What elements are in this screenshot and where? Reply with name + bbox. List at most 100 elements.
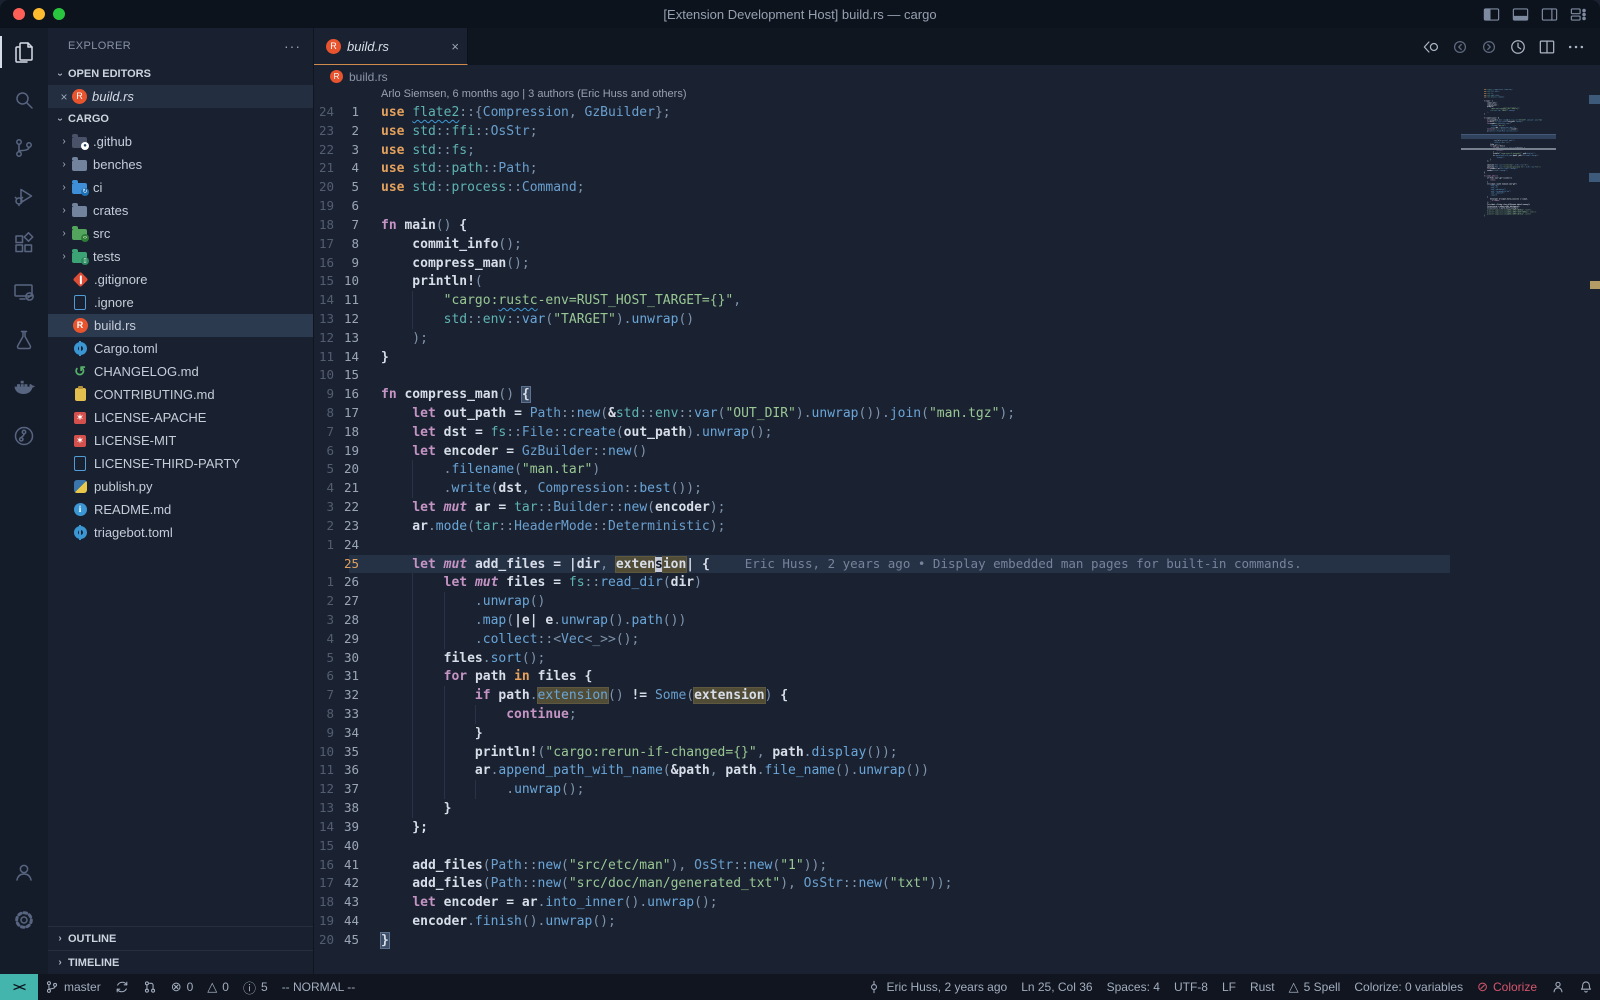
code-line-39[interactable]: 1439 }; [314, 818, 1600, 837]
tree-item-src[interactable]: ›‹›src [48, 222, 313, 245]
code-line-4[interactable]: 214use std::path::Path; [314, 159, 1600, 178]
code-line-41[interactable]: 1641 add_files(Path::new("src/etc/man"),… [314, 856, 1600, 875]
code-line-42[interactable]: 1742 add_files(Path::new("src/doc/man/ge… [314, 874, 1600, 893]
code-line-35[interactable]: 1035 println!("cargo:rerun-if-changed={}… [314, 743, 1600, 762]
activity-docker[interactable] [0, 364, 48, 412]
tree-item-tests[interactable]: ›▯tests [48, 245, 313, 268]
code-line-32[interactable]: 732 if path.extension() != Some(extensio… [314, 686, 1600, 705]
activity-search[interactable] [0, 76, 48, 124]
tree-item-Cargo.toml[interactable]: Cargo.toml [48, 337, 313, 360]
code-line-17[interactable]: 817 let out_path = Path::new(&std::env::… [314, 404, 1600, 423]
activity-settings[interactable] [0, 896, 48, 944]
code-line-6[interactable]: 196 [314, 197, 1600, 216]
activity-accounts[interactable] [0, 848, 48, 896]
code-line-40[interactable]: 1540 [314, 837, 1600, 856]
code-line-8[interactable]: 178 commit_info(); [314, 235, 1600, 254]
code-line-21[interactable]: 421 .write(dst, Compression::best()); [314, 479, 1600, 498]
code-line-16[interactable]: 916fn compress_man() { [314, 385, 1600, 404]
code-line-31[interactable]: 631 for path in files { [314, 667, 1600, 686]
breadcrumb-item[interactable]: build.rs [349, 70, 388, 84]
code-line-33[interactable]: 833 continue; [314, 705, 1600, 724]
code-line-10[interactable]: 1510 println!( [314, 272, 1600, 291]
code-line-20[interactable]: 520 .filename("man.tar") [314, 460, 1600, 479]
status-vim-mode[interactable]: -- NORMAL -- [275, 974, 363, 1000]
code-line-9[interactable]: 169 compress_man(); [314, 254, 1600, 273]
code-line-22[interactable]: 322 let mut ar = tar::Builder::new(encod… [314, 498, 1600, 517]
tree-item-.github[interactable]: ›●.github [48, 130, 313, 153]
activity-run-debug[interactable] [0, 172, 48, 220]
breadcrumb[interactable]: R build.rs [314, 65, 1600, 88]
code-line-27[interactable]: 227 .unwrap() [314, 592, 1600, 611]
code-line-5[interactable]: 205use std::process::Command; [314, 178, 1600, 197]
tree-item-CONTRIBUTING.md[interactable]: CONTRIBUTING.md [48, 383, 313, 406]
tree-item-README.md[interactable]: iREADME.md [48, 498, 313, 521]
tree-item-CHANGELOG.md[interactable]: ↺CHANGELOG.md [48, 360, 313, 383]
code-line-45[interactable]: 2045} [314, 931, 1600, 950]
toggle-panel-icon[interactable] [1511, 5, 1530, 24]
section-outline[interactable]: ›OUTLINE [48, 926, 313, 950]
next-change-icon[interactable] [1479, 37, 1499, 57]
toggle-secondary-sidebar-icon[interactable] [1540, 5, 1559, 24]
open-changes-icon[interactable] [1421, 37, 1441, 57]
code-line-18[interactable]: 718 let dst = fs::File::create(out_path)… [314, 423, 1600, 442]
code-line-36[interactable]: 1136 ar.append_path_with_name(&path, pat… [314, 761, 1600, 780]
tree-item-build.rs[interactable]: Rbuild.rs [48, 314, 313, 337]
customize-layout-icon[interactable] [1569, 5, 1588, 24]
split-editor-icon[interactable] [1537, 37, 1557, 57]
close-button[interactable] [13, 8, 25, 20]
code-line-44[interactable]: 1944 encoder.finish().unwrap(); [314, 912, 1600, 931]
status-blame-commit[interactable]: Eric Huss, 2 years ago [860, 974, 1014, 1000]
status-colorize-variables[interactable]: Colorize: 0 variables [1347, 974, 1470, 1000]
status-encoding[interactable]: UTF-8 [1167, 974, 1215, 1000]
status-language-mode[interactable]: Rust [1243, 974, 1282, 1000]
section-open-editors[interactable]: › OPEN EDITORS [48, 63, 313, 85]
section-cargo[interactable]: › CARGO [48, 108, 313, 130]
status-spell-checker[interactable]: △5 Spell [1282, 974, 1348, 1000]
status-colorize-toggle[interactable]: ⊘Colorize [1470, 974, 1544, 1000]
close-icon[interactable]: × [451, 39, 459, 54]
code-line-12[interactable]: 1312 std::env::var("TARGET").unwrap() [314, 310, 1600, 329]
code-line-13[interactable]: 1213 ); [314, 329, 1600, 348]
code-line-43[interactable]: 1843 let encoder = ar.into_inner().unwra… [314, 893, 1600, 912]
previous-change-icon[interactable] [1450, 37, 1470, 57]
close-icon[interactable]: × [56, 90, 72, 104]
code-line-28[interactable]: 328 .map(|e| e.unwrap().path()) [314, 611, 1600, 630]
code-line-37[interactable]: 1237 .unwrap(); [314, 780, 1600, 799]
status-cursor-position[interactable]: Ln 25, Col 36 [1014, 974, 1099, 1000]
tree-item-triagebot.toml[interactable]: triagebot.toml [48, 521, 313, 544]
open-editor-item[interactable]: ×Rbuild.rs [48, 85, 313, 108]
code-line-7[interactable]: 187fn main() { [314, 216, 1600, 235]
tree-item-.gitignore[interactable]: .gitignore [48, 268, 313, 291]
status-eol[interactable]: LF [1215, 974, 1243, 1000]
minimize-button[interactable] [33, 8, 45, 20]
activity-extensions[interactable] [0, 220, 48, 268]
code-line-29[interactable]: 429 .collect::<Vec<_>>(); [314, 630, 1600, 649]
more-actions-icon[interactable]: ··· [284, 38, 301, 54]
code-line-38[interactable]: 1338 } [314, 799, 1600, 818]
section-timeline[interactable]: ›TIMELINE [48, 950, 313, 974]
tree-item-publish.py[interactable]: publish.py [48, 475, 313, 498]
status-pull-requests[interactable] [136, 974, 164, 1000]
activity-gitlens[interactable] [0, 412, 48, 460]
tree-item-benches[interactable]: ›benches [48, 153, 313, 176]
tree-item-crates[interactable]: ›crates [48, 199, 313, 222]
activity-explorer[interactable] [0, 28, 48, 76]
code-line-14[interactable]: 1114} [314, 348, 1600, 367]
toggle-primary-sidebar-icon[interactable] [1482, 5, 1501, 24]
status-sync-changes[interactable] [108, 974, 136, 1000]
activity-remote-explorer[interactable] [0, 268, 48, 316]
tab-build-rs[interactable]: R build.rs × [314, 28, 468, 65]
tree-item-LICENSE-MIT[interactable]: ✶LICENSE-MIT [48, 429, 313, 452]
status-git-branch[interactable]: master [38, 974, 108, 1000]
activity-testing[interactable] [0, 316, 48, 364]
tree-item-LICENSE-APACHE[interactable]: ✶LICENSE-APACHE [48, 406, 313, 429]
file-history-icon[interactable] [1508, 37, 1528, 57]
code-line-19[interactable]: 619 let encoder = GzBuilder::new() [314, 442, 1600, 461]
status-indentation[interactable]: Spaces: 4 [1100, 974, 1167, 1000]
code-line-11[interactable]: 1411 "cargo:rustc-env=RUST_HOST_TARGET={… [314, 291, 1600, 310]
status-notifications[interactable] [1572, 974, 1600, 1000]
zoom-button[interactable] [53, 8, 65, 20]
tree-item-.ignore[interactable]: .ignore [48, 291, 313, 314]
code-line-2[interactable]: 232use std::ffi::OsStr; [314, 122, 1600, 141]
more-actions-icon[interactable] [1566, 37, 1586, 57]
